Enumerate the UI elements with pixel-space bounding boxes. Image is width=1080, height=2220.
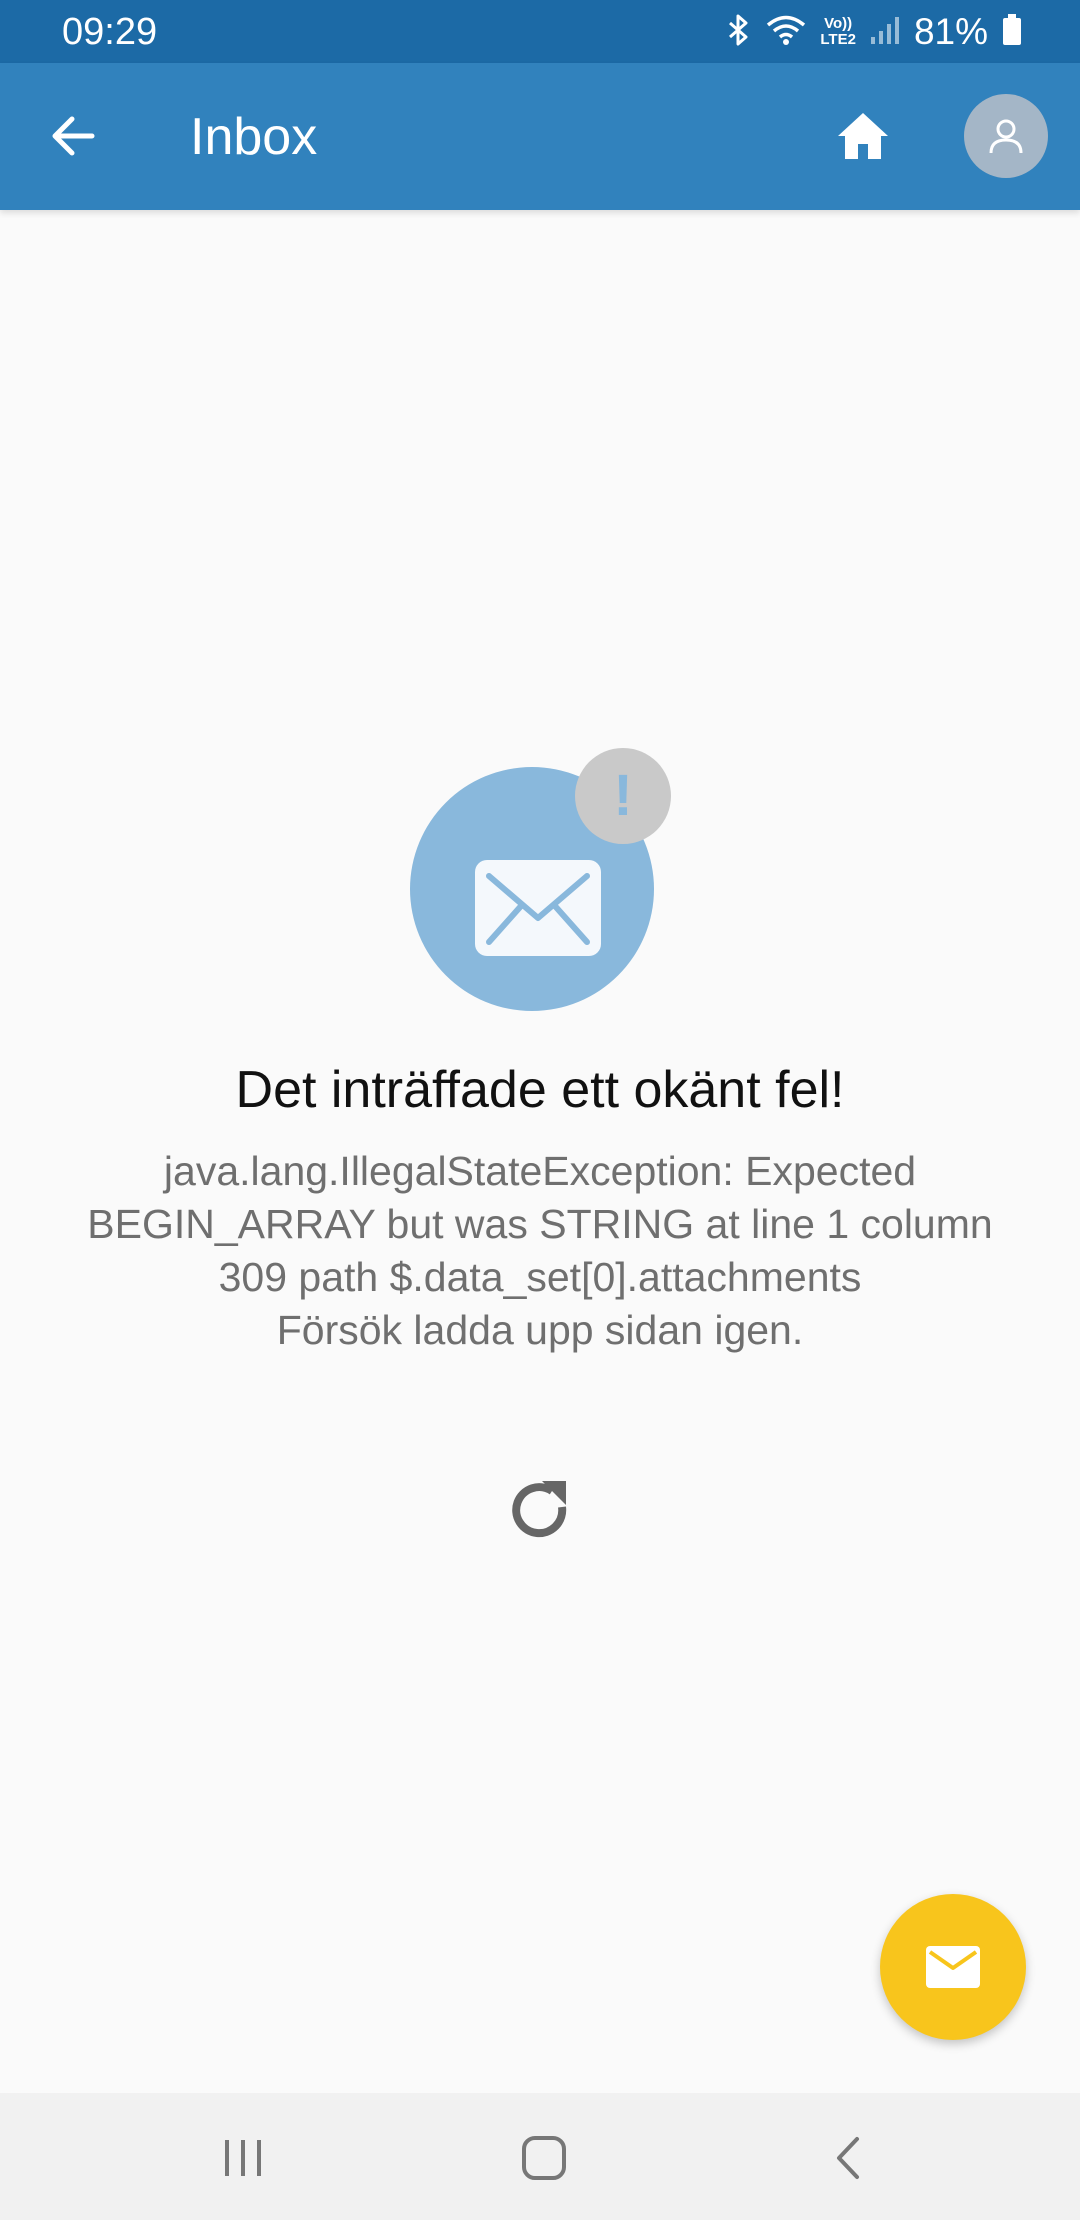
recent-apps-icon [225,2140,261,2176]
error-message-line: 309 path $.data_set[0].attachments [218,1254,862,1300]
error-message: java.lang.IllegalStateException: Expecte… [40,1145,1040,1357]
envelope-icon [926,1946,980,1988]
status-bar: 09:29 Vo)) LTE2 81% [0,0,1080,63]
avatar[interactable] [964,94,1048,178]
envelope-icon [475,860,601,956]
back-button[interactable] [40,103,106,169]
status-icons: Vo)) LTE2 81% [712,8,1022,56]
home-nav-icon [522,2136,566,2180]
lte-label: LTE2 [820,31,856,48]
compose-fab[interactable] [880,1894,1026,2040]
battery-icon [1002,13,1022,51]
battery-percent: 81% [913,11,988,52]
app-bar: Inbox [0,63,1080,210]
status-time: 09:29 [62,11,158,53]
error-illustration: ! [405,740,675,1020]
page-title: Inbox [190,108,318,166]
signal-icon [870,15,900,50]
volte-label: Vo)) [824,15,853,32]
home-nav-button[interactable] [499,2113,589,2203]
home-button[interactable] [830,103,896,169]
arrow-left-icon [52,116,95,156]
error-message-line: BEGIN_ARRAY but was STRING at line 1 col… [87,1201,993,1247]
system-nav-bar [0,2093,1080,2220]
back-nav-button[interactable] [803,2113,893,2203]
error-message-line: Försök ladda upp sidan igen. [276,1307,804,1353]
error-message-line: java.lang.IllegalStateException: Expecte… [163,1148,917,1194]
home-icon [838,113,888,159]
reload-button[interactable] [500,1470,580,1550]
recent-apps-button[interactable] [198,2113,288,2203]
wifi-icon [766,14,806,51]
refresh-icon [512,1481,567,1538]
bluetooth-icon [726,13,752,52]
volte-lte-icon: Vo)) LTE2 [820,16,856,48]
back-nav-icon [837,2137,859,2179]
error-title: Det inträffade ett okänt fel! [235,1061,845,1119]
user-icon [989,119,1023,154]
exclamation-badge-icon: ! [575,748,671,844]
